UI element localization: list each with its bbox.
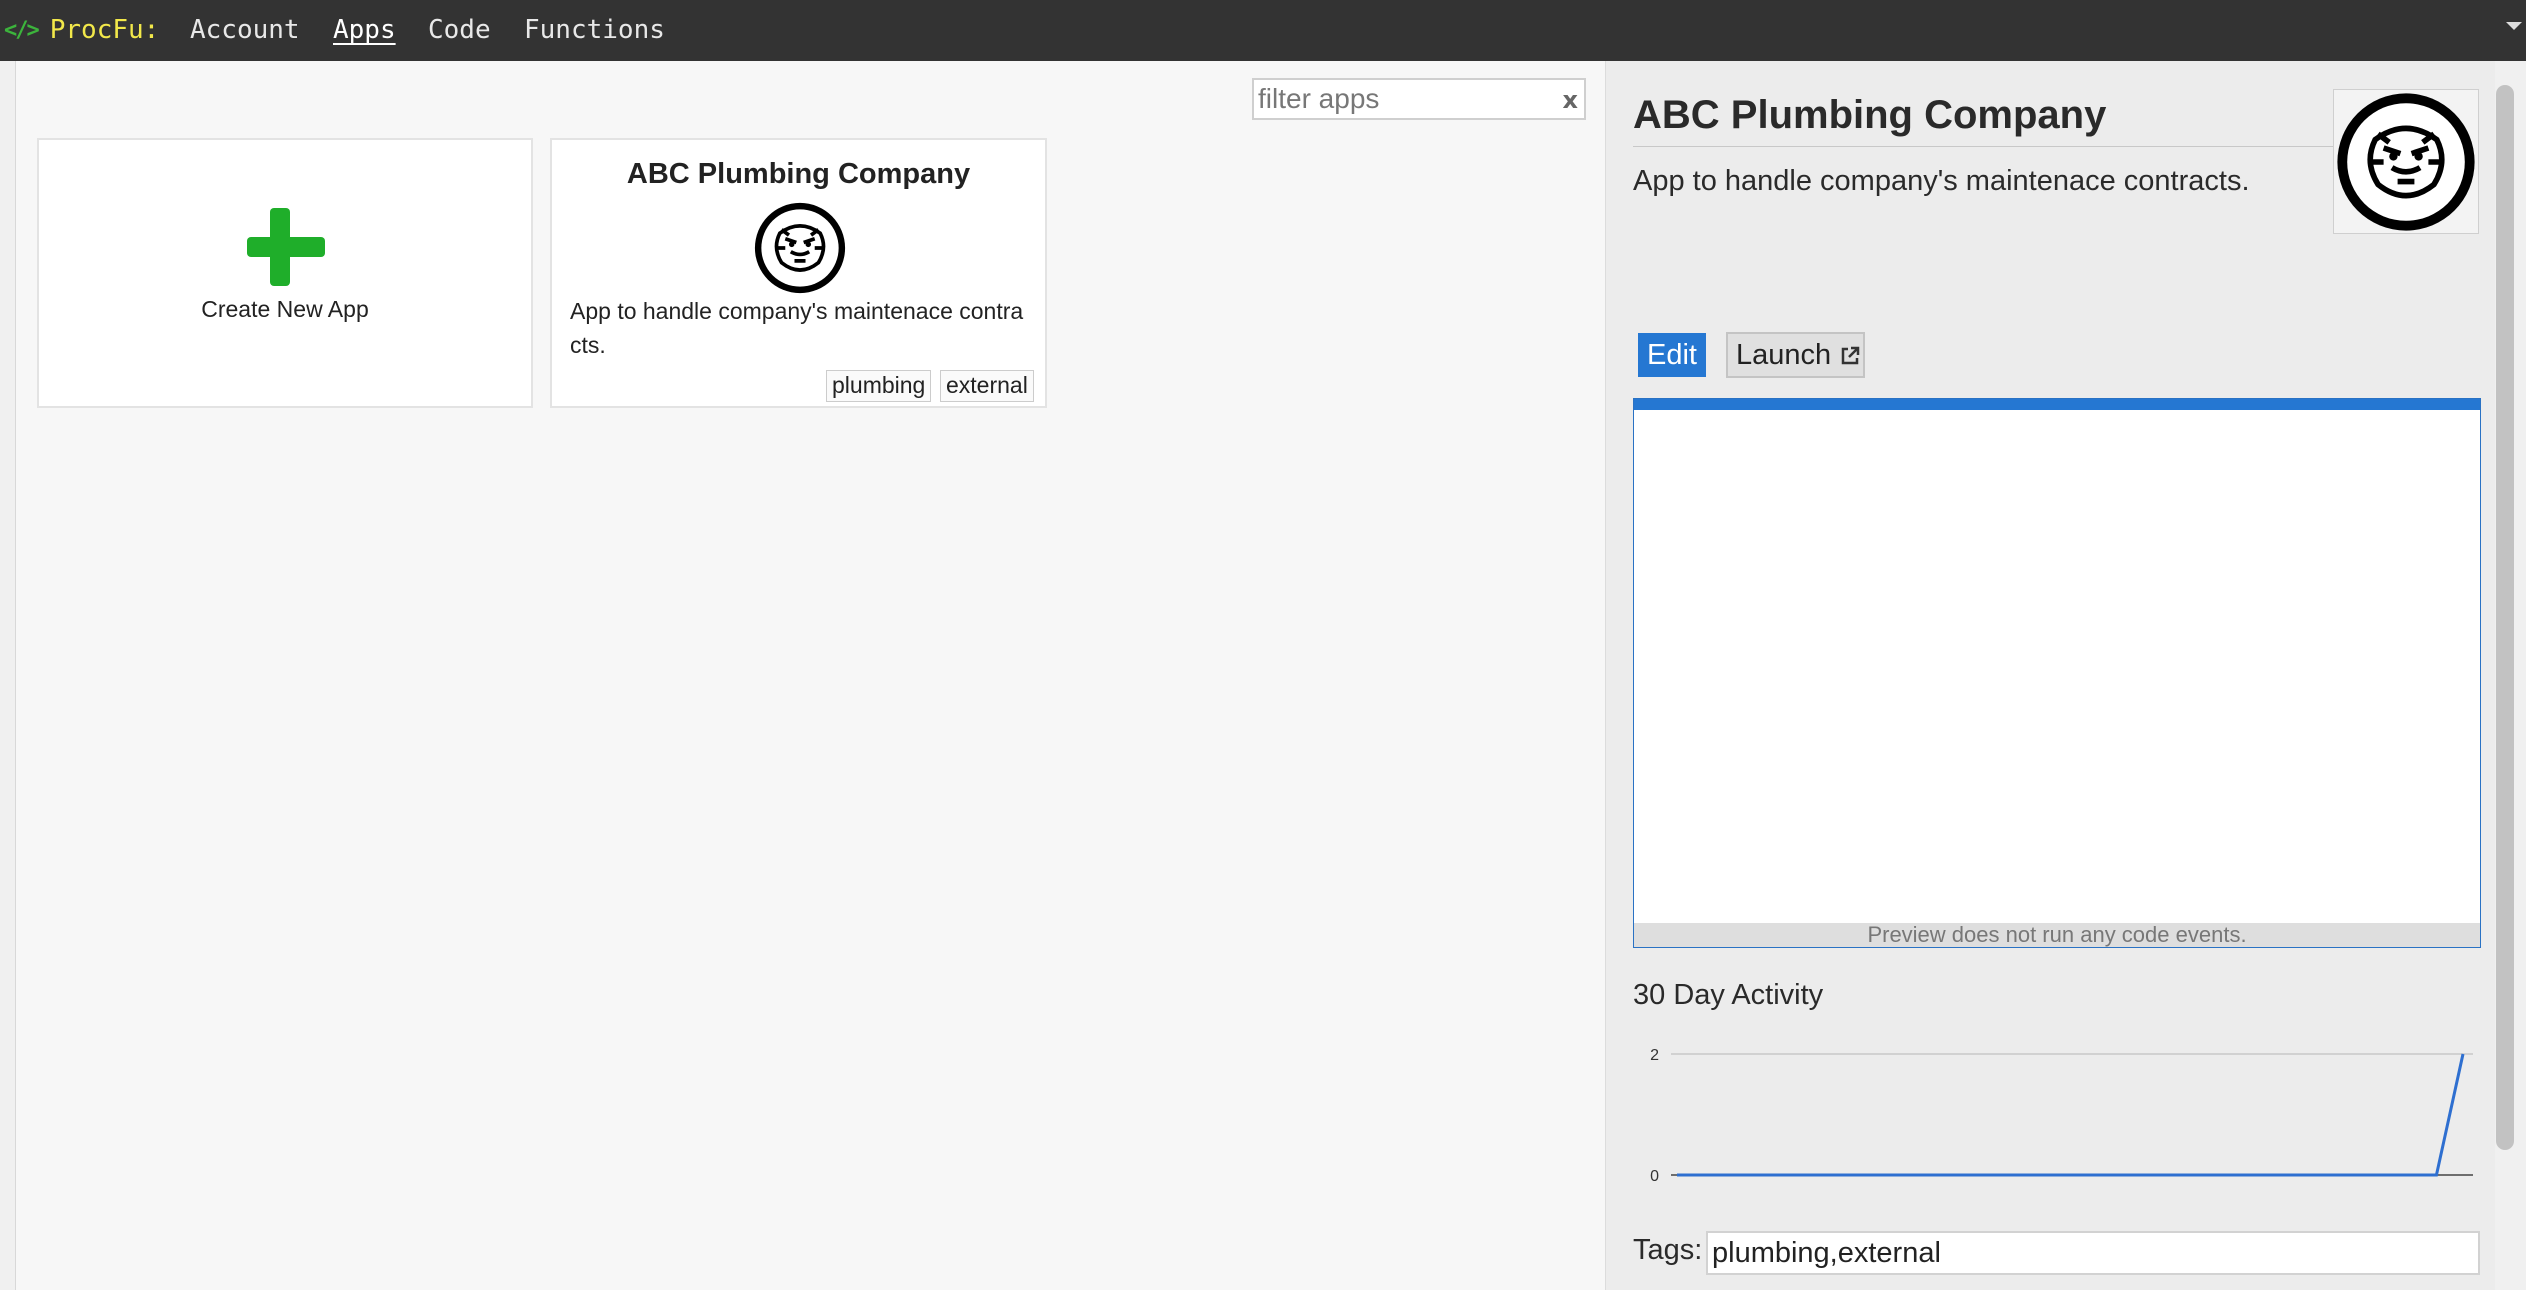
tiger-logo-icon: [754, 202, 846, 294]
scrollbar-thumb[interactable]: [2496, 85, 2514, 1150]
tags-input[interactable]: [1706, 1231, 2480, 1275]
nav-apps[interactable]: Apps: [333, 10, 396, 50]
detail-description: App to handle company's maintenace contr…: [1633, 165, 2250, 197]
detail-title: ABC Plumbing Company: [1633, 93, 2107, 137]
app-logo[interactable]: [2333, 89, 2479, 234]
nav-code[interactable]: Code: [428, 10, 491, 50]
launch-label: Launch: [1736, 339, 1832, 371]
filter-input[interactable]: [1258, 83, 1548, 115]
top-nav: </> ProcFu: Account Apps Code Functions: [0, 0, 2526, 61]
activity-chart: 20: [1650, 1047, 2473, 1185]
left-rail: [0, 61, 16, 1290]
preview-note: Preview does not run any code events.: [1634, 923, 2480, 947]
divider: [1633, 146, 2433, 147]
app-card-title: ABC Plumbing Company: [626, 158, 971, 190]
brand-label: ProcFu:: [49, 15, 160, 45]
tiger-logo-icon: [2337, 93, 2475, 231]
chart-tick-label: 2: [1650, 1047, 1659, 1064]
app-detail-panel: ABC Plumbing Company App to handle compa…: [1605, 61, 2495, 1290]
preview-header-bar: [1634, 399, 2480, 410]
app-card-description: App to handle company's maintenace contr…: [570, 298, 1024, 358]
tag-chip[interactable]: external: [940, 370, 1034, 402]
launch-button[interactable]: Launch: [1726, 332, 1865, 378]
app-preview: Preview does not run any code events.: [1633, 398, 2481, 948]
external-link-icon: [1841, 346, 1860, 365]
filter-box: x: [1252, 78, 1586, 120]
app-card[interactable]: ABC Plumbing Company App to handle compa…: [550, 138, 1047, 408]
nav-account[interactable]: Account: [190, 10, 300, 50]
chart-series-line: [1677, 1053, 2465, 1177]
code-icon: </>: [4, 17, 40, 43]
chart-tick-label: 0: [1650, 1168, 1659, 1185]
chevron-down-icon[interactable]: [2506, 22, 2522, 30]
nav-functions[interactable]: Functions: [524, 10, 665, 50]
clear-filter-button[interactable]: x: [1563, 84, 1578, 116]
tag-chip[interactable]: plumbing: [826, 370, 932, 402]
edit-button[interactable]: Edit: [1638, 333, 1706, 377]
brand[interactable]: </> ProcFu:: [4, 10, 159, 50]
activity-title: 30 Day Activity: [1633, 979, 1824, 1011]
plus-icon-bar: [247, 237, 325, 257]
create-app-label: Create New App: [201, 296, 369, 322]
create-app-card[interactable]: Create New App: [37, 138, 533, 408]
tags-label: Tags:: [1633, 1234, 1703, 1266]
